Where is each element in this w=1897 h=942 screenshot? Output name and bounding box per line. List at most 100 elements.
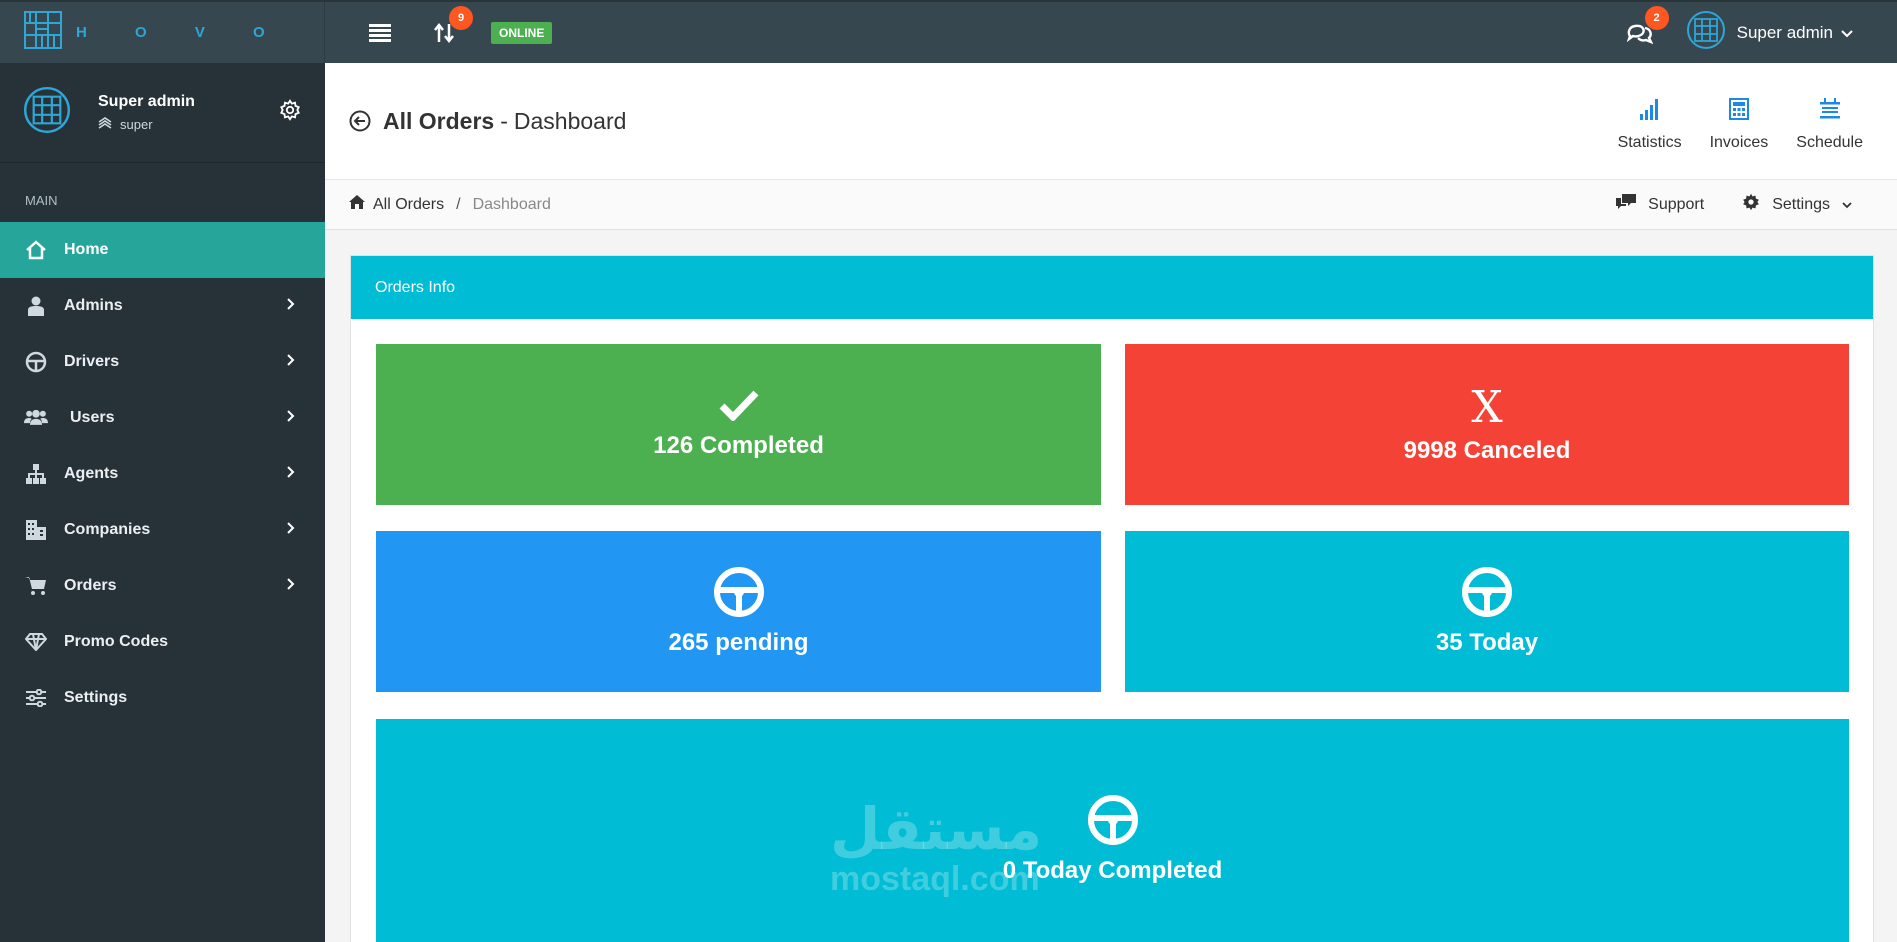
admin-icon — [24, 294, 48, 318]
user-menu[interactable]: Super admin — [1686, 11, 1853, 54]
sidebar-section-label: MAIN — [25, 193, 58, 208]
sidebar-item-label: Settings — [64, 689, 128, 706]
chevron-down-icon — [1842, 196, 1852, 214]
logo-icon — [24, 11, 62, 54]
sidebar-item-drivers[interactable]: Drivers — [0, 334, 325, 390]
home-icon — [349, 195, 365, 214]
calculator-icon — [1728, 90, 1749, 120]
sidebar-item-users[interactable]: Users — [0, 390, 325, 446]
chevron-right-icon — [287, 409, 301, 427]
gear-icon — [1742, 193, 1760, 216]
breadcrumb-separator: / — [456, 195, 461, 213]
sidebar-item-agents[interactable]: Agents — [0, 446, 325, 502]
sidebar-item-label: Home — [64, 241, 109, 258]
breadcrumb-home[interactable]: All Orders — [349, 195, 444, 214]
steering-wheel-icon — [1087, 794, 1139, 851]
users-icon — [24, 406, 48, 430]
breadcrumb-current: Dashboard — [472, 195, 551, 213]
chevron-right-icon — [287, 297, 301, 315]
settings-dropdown[interactable]: Settings — [1742, 193, 1852, 216]
profile-role: super — [120, 117, 153, 132]
online-status-badge: ONLINE — [491, 21, 553, 44]
sidebar-item-label: Orders — [64, 577, 117, 594]
today-completed-card[interactable]: 0 Today Completed — [376, 719, 1849, 942]
menu-toggle-icon[interactable] — [367, 20, 393, 46]
page-title-separator: - — [500, 107, 508, 134]
user-name: Super admin — [1736, 22, 1833, 42]
pending-orders-card[interactable]: 265 pending — [376, 531, 1101, 692]
schedule-label: Schedule — [1796, 134, 1863, 151]
sliders-icon — [24, 686, 48, 710]
page-title-sub: Dashboard — [513, 107, 627, 134]
sidebar-item-label: Admins — [64, 297, 123, 314]
notifications-badge: 9 — [449, 5, 473, 30]
check-icon — [719, 389, 759, 426]
messages-badge: 2 — [1644, 5, 1669, 30]
close-icon: X — [1471, 381, 1503, 433]
sidebar-item-settings[interactable]: Settings — [0, 670, 325, 726]
sidebar-item-label: Companies — [64, 521, 151, 538]
sidebar-profile: Super admin super — [0, 63, 325, 163]
layers-icon — [98, 117, 112, 132]
today-count: 35 Today — [1435, 629, 1539, 656]
settings-label: Settings — [1772, 195, 1830, 213]
gear-icon[interactable] — [279, 99, 301, 126]
avatar — [1686, 11, 1725, 54]
schedule-icon — [1819, 90, 1840, 120]
profile-name: Super admin — [98, 93, 195, 110]
hierarchy-icon — [24, 462, 48, 486]
sidebar-item-home[interactable]: Home — [0, 222, 325, 278]
chevron-down-icon — [1841, 23, 1853, 43]
canceled-orders-card[interactable]: X 9998 Canceled — [1125, 344, 1849, 505]
watermark-arabic: مستقل — [830, 797, 1043, 862]
chevron-right-icon — [287, 577, 301, 595]
page-title: All Orders - Dashboard — [349, 108, 626, 135]
cart-icon — [24, 574, 48, 598]
watermark: مستقل mostaql.com — [830, 800, 1042, 899]
bar-chart-icon — [1639, 90, 1660, 120]
pending-count: 265 pending — [668, 629, 809, 656]
brand-text: H O V O — [76, 24, 287, 41]
transfer-notifications-icon[interactable]: 9 — [431, 5, 473, 46]
home-icon — [24, 238, 48, 262]
avatar — [24, 87, 70, 138]
diamond-icon — [24, 630, 48, 654]
sidebar-item-promo-codes[interactable]: Promo Codes — [0, 614, 325, 670]
sidebar-item-companies[interactable]: Companies — [0, 502, 325, 558]
completed-count: 126 Completed — [653, 432, 824, 459]
statistics-button[interactable]: Statistics — [1618, 90, 1682, 152]
back-arrow-icon[interactable] — [349, 110, 371, 132]
statistics-label: Statistics — [1617, 134, 1682, 151]
chevron-right-icon — [287, 353, 301, 371]
chevron-right-icon — [287, 521, 301, 539]
sidebar-item-label: Promo Codes — [64, 633, 169, 650]
page-title-main: All Orders — [383, 107, 495, 134]
page-header: All Orders - Dashboard Statistics Invoic… — [325, 63, 1897, 180]
steering-wheel-icon — [713, 566, 765, 623]
support-link[interactable]: Support — [1616, 194, 1704, 215]
sidebar-item-admins[interactable]: Admins — [0, 278, 325, 334]
chat-icon[interactable]: 2 — [1626, 5, 1669, 46]
steering-wheel-icon — [24, 350, 48, 374]
support-label: Support — [1648, 195, 1705, 213]
invoices-label: Invoices — [1709, 134, 1769, 151]
steering-wheel-icon — [1461, 566, 1513, 623]
sidebar: Super admin super MAIN Home Admins Drive… — [0, 63, 325, 942]
top-navbar: H O V O 9 ONLINE 2 Super admin — [0, 0, 1897, 63]
sidebar-item-orders[interactable]: Orders — [0, 558, 325, 614]
panel-title: Orders Info — [351, 256, 1873, 319]
orders-info-panel: Orders Info 126 Completed X 9998 Cancele… — [350, 255, 1874, 942]
sidebar-item-label: Drivers — [64, 353, 120, 370]
watermark-latin: mostaql.com — [830, 860, 1040, 898]
support-chat-icon — [1616, 194, 1637, 215]
sidebar-item-label: Users — [70, 409, 115, 426]
canceled-count: 9998 Canceled — [1403, 436, 1571, 464]
brand[interactable]: H O V O — [0, 2, 325, 63]
today-orders-card[interactable]: 35 Today — [1125, 531, 1849, 692]
completed-orders-card[interactable]: 126 Completed — [376, 344, 1101, 505]
building-icon — [24, 518, 48, 542]
breadcrumb-home-label: All Orders — [373, 195, 445, 213]
invoices-button[interactable]: Invoices — [1709, 90, 1769, 152]
schedule-button[interactable]: Schedule — [1796, 90, 1863, 152]
chevron-right-icon — [287, 465, 301, 483]
